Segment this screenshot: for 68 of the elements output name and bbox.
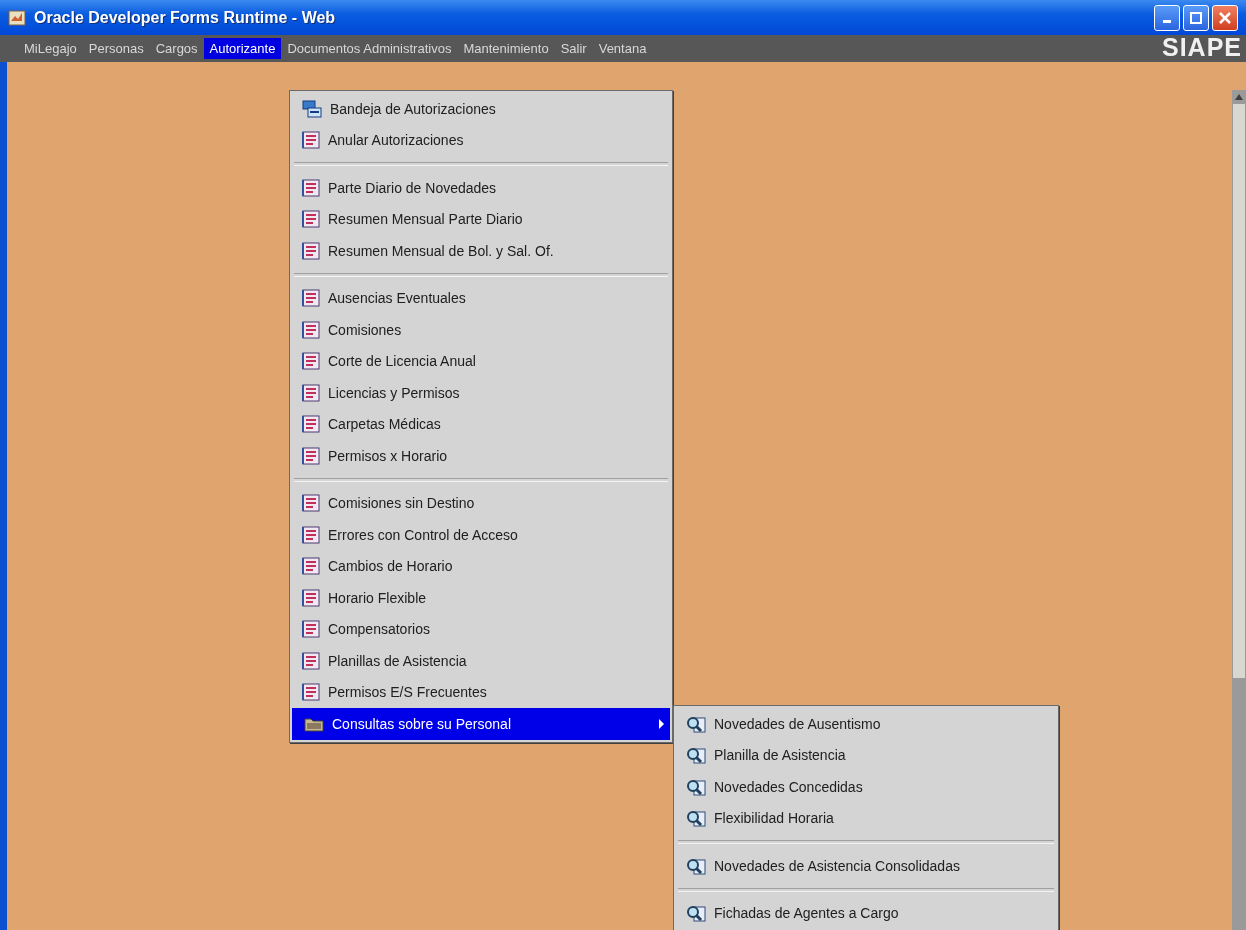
menu-item[interactable]: Planilla de Asistencia	[674, 739, 1058, 771]
maximize-button[interactable]	[1183, 4, 1209, 31]
menu-item[interactable]: Planillas de Asistencia	[290, 645, 672, 677]
menu-bar-item[interactable]: Autorizante	[203, 38, 282, 59]
form-icon	[302, 620, 320, 639]
magnifier-icon	[686, 809, 706, 828]
maximize-icon	[1190, 11, 1202, 24]
form-icon	[302, 525, 320, 544]
menu-item[interactable]: Novedades de Asistencia Consolidadas	[674, 850, 1058, 882]
menu-bar-item[interactable]: MiLegajo	[18, 38, 83, 59]
menu-item[interactable]: Carpetas Médicas	[290, 408, 672, 440]
menu-item[interactable]: Novedades Concedidas	[674, 771, 1058, 803]
form-icon	[302, 446, 320, 465]
menu-item[interactable]: Resumen Mensual Parte Diario	[290, 203, 672, 235]
menu-item[interactable]: Flexibilidad Horaria	[674, 802, 1058, 834]
menu-bar-item[interactable]: Salir	[554, 38, 593, 59]
menu-item[interactable]: Parte Diario de Novedades	[290, 172, 672, 204]
minimize-icon	[1163, 20, 1171, 23]
folder-icon	[304, 715, 324, 732]
magnifier-icon	[686, 777, 706, 796]
logo: SIAPE	[1161, 33, 1242, 62]
form-icon	[302, 241, 320, 260]
close-icon	[1219, 11, 1231, 24]
magnifier-icon	[686, 746, 706, 765]
form-icon	[302, 494, 320, 513]
menu-item[interactable]: Novedades de Ausentismo	[674, 708, 1058, 740]
app-icon	[8, 8, 26, 27]
menu-item[interactable]: Ausencias Eventuales	[290, 282, 672, 314]
menu-bar-item[interactable]: Cargos	[149, 38, 204, 59]
form-icon	[302, 683, 320, 702]
form-icon	[302, 178, 320, 197]
form-icon	[302, 557, 320, 576]
menu-bar-item[interactable]: Mantenimiento	[457, 38, 555, 59]
menu-item[interactable]: Horario Flexible	[290, 582, 672, 614]
menu-item[interactable]: Corte de Licencia Anual	[290, 345, 672, 377]
menu-bar-item[interactable]: Documentos Administrativos	[281, 38, 458, 59]
menu-item[interactable]: Errores con Control de Acceso	[290, 519, 672, 551]
menu-bar-item[interactable]: Ventana	[592, 38, 653, 59]
form-icon	[302, 415, 320, 434]
form-icon	[302, 383, 320, 402]
menu-item[interactable]: Permisos x Horario	[290, 440, 672, 472]
menu-item[interactable]: Comisiones	[290, 314, 672, 346]
minimize-button[interactable]	[1154, 4, 1180, 31]
menu-item[interactable]: Permisos E/S Frecuentes	[290, 676, 672, 708]
menu-item[interactable]: Bandeja de Autorizaciones	[290, 93, 672, 125]
form-icon	[302, 320, 320, 339]
magnifier-icon	[686, 856, 706, 875]
window-title: Oracle Developer Forms Runtime - Web	[34, 8, 336, 27]
submenu-arrow-icon	[659, 719, 664, 729]
menu-item[interactable]: Consultas sobre su Personal	[292, 708, 670, 740]
menu-item[interactable]: Fichadas de Agentes a Cargo	[674, 897, 1058, 929]
menu-item[interactable]: Comisiones sin Destino	[290, 487, 672, 519]
close-button[interactable]	[1212, 4, 1238, 31]
menu-item[interactable]: Compensatorios	[290, 613, 672, 645]
form-icon	[302, 210, 320, 229]
form-icon	[302, 352, 320, 371]
form-icon	[302, 588, 320, 607]
magnifier-icon	[686, 714, 706, 733]
menu-item[interactable]: Anular Autorizaciones	[290, 124, 672, 156]
form-icon	[302, 651, 320, 670]
menu-item[interactable]: Resumen Mensual de Bol. y Sal. Of.	[290, 235, 672, 267]
form-icon	[302, 131, 320, 150]
menu-item[interactable]: Cambios de Horario	[290, 550, 672, 582]
tray-icon	[302, 99, 322, 118]
menu-bar-item[interactable]: Personas	[82, 38, 150, 59]
menu-item[interactable]: Licencias y Permisos	[290, 377, 672, 409]
form-icon	[302, 289, 320, 308]
magnifier-icon	[686, 904, 706, 923]
